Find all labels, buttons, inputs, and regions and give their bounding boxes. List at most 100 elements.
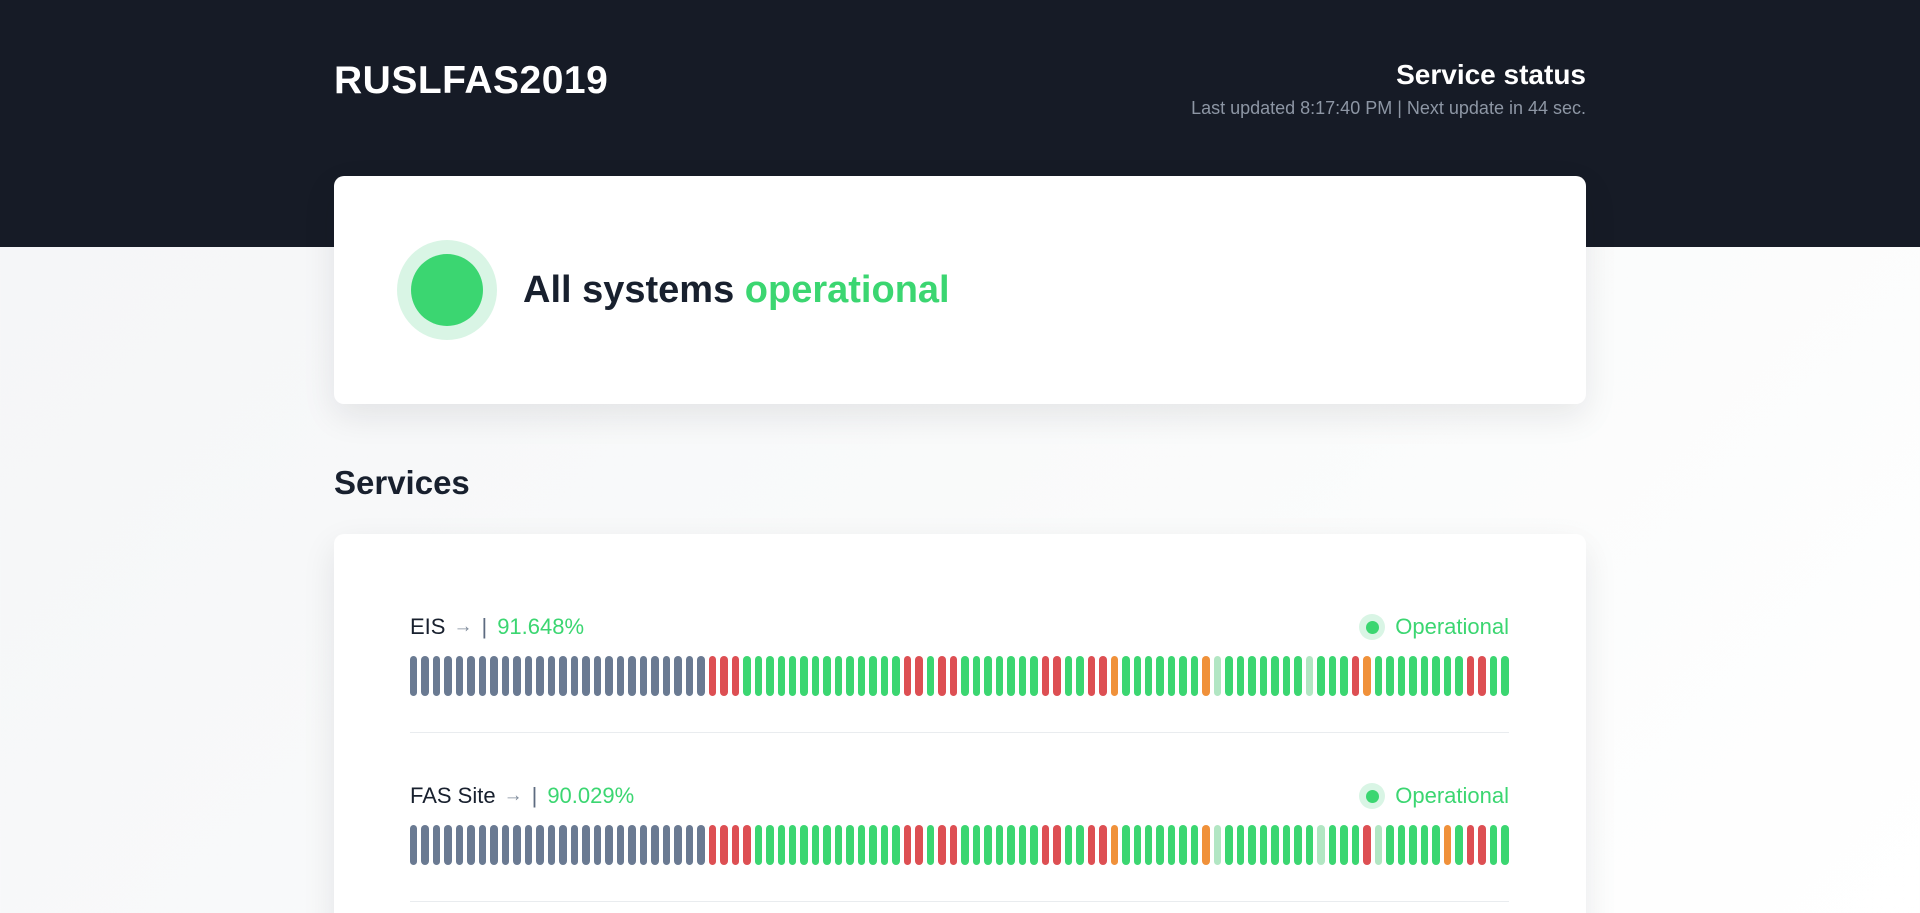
uptime-bar[interactable]: [950, 656, 957, 696]
uptime-bar[interactable]: [835, 656, 842, 696]
uptime-bar[interactable]: [984, 656, 991, 696]
uptime-bar[interactable]: [1053, 825, 1060, 865]
uptime-bar[interactable]: [766, 825, 773, 865]
uptime-bar[interactable]: [490, 656, 497, 696]
uptime-bar[interactable]: [846, 656, 853, 696]
uptime-bar[interactable]: [433, 825, 440, 865]
uptime-bar[interactable]: [1386, 825, 1393, 865]
uptime-bar[interactable]: [915, 825, 922, 865]
uptime-bar[interactable]: [1179, 656, 1186, 696]
uptime-bar[interactable]: [915, 656, 922, 696]
service-link[interactable]: EIS →: [410, 614, 472, 640]
uptime-bar[interactable]: [605, 825, 612, 865]
uptime-bar[interactable]: [1317, 825, 1324, 865]
uptime-bar[interactable]: [502, 825, 509, 865]
uptime-bar[interactable]: [467, 825, 474, 865]
uptime-bar[interactable]: [1386, 656, 1393, 696]
uptime-bar[interactable]: [559, 656, 566, 696]
uptime-bar[interactable]: [1168, 825, 1175, 865]
uptime-bar[interactable]: [789, 825, 796, 865]
uptime-bar[interactable]: [1363, 656, 1370, 696]
uptime-bar[interactable]: [456, 656, 463, 696]
uptime-bar[interactable]: [1030, 656, 1037, 696]
uptime-bar[interactable]: [605, 656, 612, 696]
uptime-bar[interactable]: [1444, 656, 1451, 696]
uptime-bar[interactable]: [755, 656, 762, 696]
uptime-bar[interactable]: [1248, 656, 1255, 696]
uptime-bar[interactable]: [628, 656, 635, 696]
uptime-bar[interactable]: [1099, 656, 1106, 696]
uptime-bar[interactable]: [1283, 656, 1290, 696]
uptime-bar[interactable]: [1111, 825, 1118, 865]
uptime-bar[interactable]: [996, 656, 1003, 696]
uptime-bar[interactable]: [812, 656, 819, 696]
uptime-bar[interactable]: [1019, 825, 1026, 865]
uptime-bar[interactable]: [1191, 825, 1198, 865]
uptime-bar[interactable]: [571, 656, 578, 696]
uptime-bar[interactable]: [686, 825, 693, 865]
uptime-bar[interactable]: [904, 825, 911, 865]
uptime-bar[interactable]: [1375, 825, 1382, 865]
uptime-bar[interactable]: [1030, 825, 1037, 865]
uptime-bar[interactable]: [720, 825, 727, 865]
uptime-bar[interactable]: [1065, 656, 1072, 696]
uptime-bar[interactable]: [1375, 656, 1382, 696]
uptime-bar[interactable]: [1501, 656, 1508, 696]
uptime-bar[interactable]: [651, 656, 658, 696]
uptime-bar[interactable]: [800, 825, 807, 865]
service-link[interactable]: FAS Site →: [410, 783, 523, 809]
uptime-bar[interactable]: [536, 825, 543, 865]
uptime-bar[interactable]: [720, 656, 727, 696]
uptime-bar[interactable]: [421, 825, 428, 865]
uptime-bar[interactable]: [410, 825, 417, 865]
uptime-bar[interactable]: [1455, 656, 1462, 696]
uptime-bar[interactable]: [617, 825, 624, 865]
uptime-bar[interactable]: [973, 825, 980, 865]
uptime-bar[interactable]: [1260, 825, 1267, 865]
uptime-bar[interactable]: [594, 656, 601, 696]
uptime-bar[interactable]: [1409, 656, 1416, 696]
uptime-bar[interactable]: [1329, 656, 1336, 696]
uptime-bar[interactable]: [938, 825, 945, 865]
uptime-bar[interactable]: [1145, 656, 1152, 696]
uptime-bar[interactable]: [1490, 825, 1497, 865]
uptime-bar[interactable]: [502, 656, 509, 696]
uptime-bar[interactable]: [800, 656, 807, 696]
uptime-bar[interactable]: [1352, 825, 1359, 865]
uptime-bar[interactable]: [1168, 656, 1175, 696]
uptime-bar[interactable]: [421, 656, 428, 696]
uptime-bar[interactable]: [1122, 825, 1129, 865]
uptime-bar[interactable]: [490, 825, 497, 865]
uptime-bar[interactable]: [479, 825, 486, 865]
uptime-bar[interactable]: [927, 825, 934, 865]
uptime-bar[interactable]: [996, 825, 1003, 865]
uptime-bar[interactable]: [1076, 825, 1083, 865]
uptime-bar[interactable]: [1501, 825, 1508, 865]
uptime-bar[interactable]: [1156, 656, 1163, 696]
uptime-bar[interactable]: [1134, 825, 1141, 865]
uptime-bar[interactable]: [456, 825, 463, 865]
uptime-bar[interactable]: [1340, 656, 1347, 696]
uptime-bar[interactable]: [950, 825, 957, 865]
uptime-bar[interactable]: [1409, 825, 1416, 865]
uptime-bar[interactable]: [1421, 825, 1428, 865]
uptime-bar[interactable]: [961, 825, 968, 865]
uptime-bar[interactable]: [674, 656, 681, 696]
uptime-bar[interactable]: [1088, 825, 1095, 865]
uptime-bar[interactable]: [984, 825, 991, 865]
uptime-bar[interactable]: [1145, 825, 1152, 865]
uptime-bar[interactable]: [594, 825, 601, 865]
uptime-bar[interactable]: [444, 825, 451, 865]
uptime-bar[interactable]: [1294, 825, 1301, 865]
uptime-bar[interactable]: [663, 825, 670, 865]
uptime-bar[interactable]: [732, 656, 739, 696]
uptime-bar[interactable]: [1271, 656, 1278, 696]
uptime-bar[interactable]: [640, 825, 647, 865]
uptime-bar[interactable]: [433, 656, 440, 696]
uptime-bar[interactable]: [628, 825, 635, 865]
uptime-bar[interactable]: [651, 825, 658, 865]
uptime-bar[interactable]: [1421, 656, 1428, 696]
uptime-bar[interactable]: [778, 825, 785, 865]
uptime-bar[interactable]: [1306, 656, 1313, 696]
uptime-bar[interactable]: [881, 656, 888, 696]
